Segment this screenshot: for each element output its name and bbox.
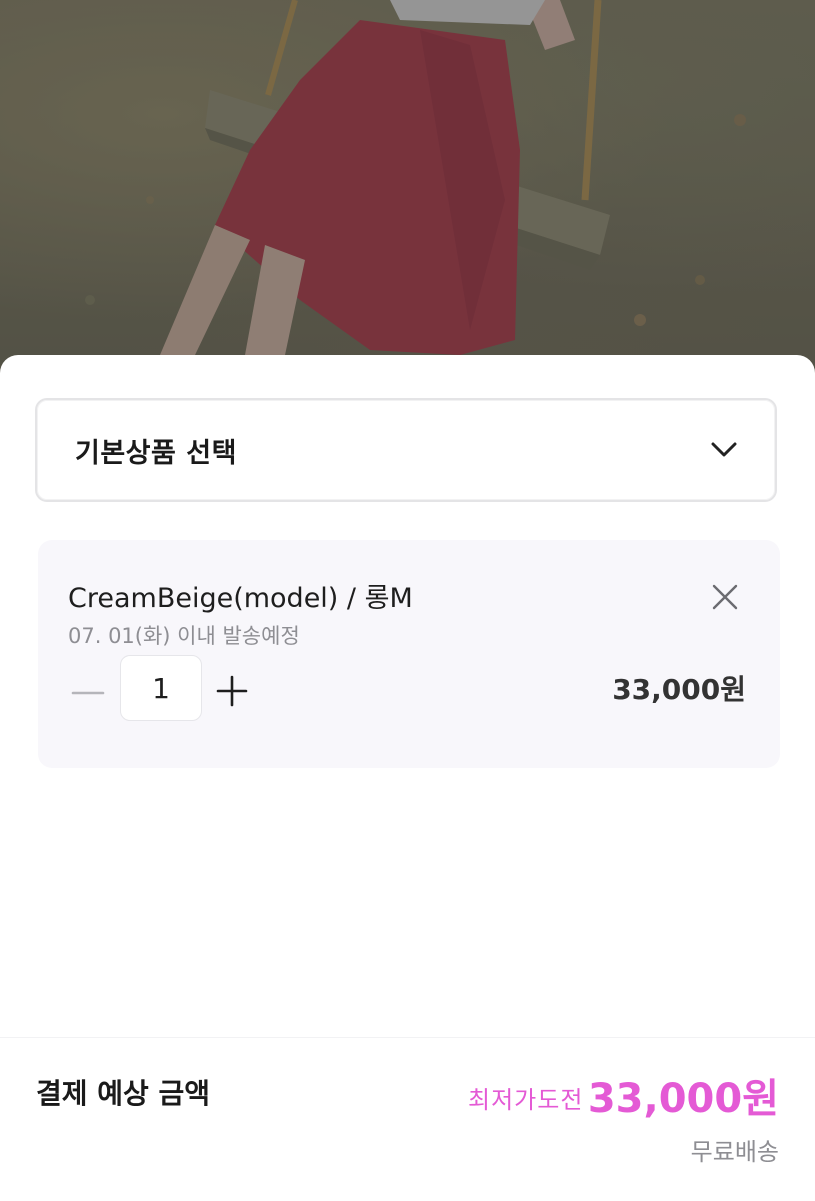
minus-icon[interactable] — [68, 673, 108, 713]
selected-option-card: CreamBeige(model) / 롱M 07. 01(화) 이내 발송예정… — [38, 540, 780, 768]
total-label: 결제 예상 금액 — [36, 1077, 211, 1110]
price-summary-footer: 결제 예상 금액 최저가도전 33,000원 무료배송 — [0, 1037, 815, 1201]
product-image — [0, 0, 815, 380]
image-dim-overlay[interactable] — [0, 0, 815, 380]
quantity-value: 1 — [152, 671, 170, 705]
close-icon[interactable] — [710, 582, 740, 612]
shipping-note: 07. 01(화) 이내 발송예정 — [68, 624, 300, 648]
total-price: 33,000원 — [587, 1076, 779, 1122]
option-select-dropdown[interactable]: 기본상품 선택 — [35, 398, 777, 502]
plus-icon[interactable] — [212, 671, 252, 711]
quantity-input[interactable]: 1 — [120, 655, 202, 721]
lowest-price-tag: 최저가도전 — [468, 1086, 584, 1114]
option-select-label: 기본상품 선택 — [75, 437, 237, 469]
option-price: 33,000원 — [612, 673, 746, 706]
chevron-down-icon — [711, 442, 737, 457]
shipping-info: 무료배송 — [690, 1138, 779, 1166]
option-name: CreamBeige(model) / 롱M — [68, 583, 413, 614]
